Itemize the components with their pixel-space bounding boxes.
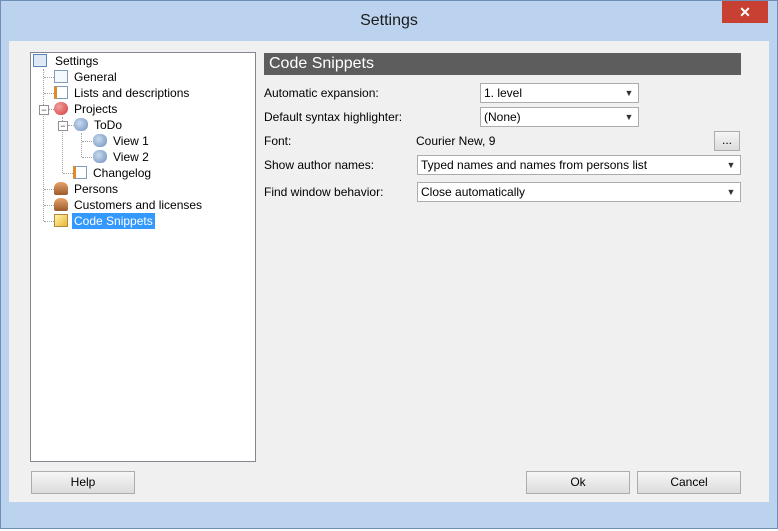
author-names-value: Typed names and names from persons list — [421, 158, 648, 172]
tree-item-label: View 1 — [113, 134, 149, 148]
list-icon — [54, 86, 68, 99]
tree-item-label: Code Snippets — [72, 213, 155, 229]
section-header: Code Snippets — [264, 53, 741, 75]
tree-item-label: View 2 — [113, 150, 149, 164]
tree-item-label: Lists and descriptions — [74, 86, 190, 100]
chevron-down-icon: ▼ — [726, 160, 736, 170]
find-window-label: Find window behavior: — [264, 185, 384, 199]
settings-window: Settings ✕ Settings General Lists and de… — [0, 0, 778, 529]
chevron-down-icon: ▼ — [624, 112, 634, 122]
font-browse-button[interactable]: ... — [714, 131, 740, 151]
collapse-todo-icon[interactable]: − — [58, 121, 68, 131]
font-value: Courier New, 9 — [416, 134, 496, 148]
syntax-highlighter-value: (None) — [484, 110, 521, 124]
changelog-icon — [73, 166, 87, 179]
author-names-label: Show author names: — [264, 158, 375, 172]
syntax-highlighter-select[interactable]: (None) ▼ — [480, 107, 639, 127]
ok-button[interactable]: Ok — [526, 471, 630, 494]
tree-item-label: Settings — [55, 54, 99, 68]
page-icon — [54, 70, 68, 83]
dialog-client-area: Settings General Lists and descriptions … — [9, 41, 769, 502]
settings-icon — [33, 54, 47, 67]
tree-line — [82, 157, 92, 158]
tree-line — [63, 173, 73, 174]
author-names-select[interactable]: Typed names and names from persons list … — [417, 155, 741, 175]
close-button[interactable]: ✕ — [722, 1, 768, 23]
help-button[interactable]: Help — [31, 471, 135, 494]
window-title: Settings — [360, 12, 418, 29]
automatic-expansion-label: Automatic expansion: — [264, 86, 379, 100]
tree-item-label: ToDo — [94, 118, 123, 132]
tree-line — [44, 93, 54, 94]
todo-icon — [74, 118, 88, 131]
syntax-highlighter-label: Default syntax highlighter: — [264, 110, 403, 124]
find-window-select[interactable]: Close automatically ▼ — [417, 182, 741, 202]
automatic-expansion-select[interactable]: 1. level ▼ — [480, 83, 639, 103]
find-window-value: Close automatically — [421, 185, 526, 199]
tree-item-label: Customers and licenses — [74, 198, 203, 212]
collapse-projects-icon[interactable]: − — [39, 105, 49, 115]
tree-line — [44, 205, 54, 206]
title-bar[interactable]: Settings ✕ — [1, 1, 777, 41]
tree-line — [82, 141, 92, 142]
tree-line — [44, 189, 54, 190]
code-snippets-icon — [54, 214, 68, 227]
cancel-button[interactable]: Cancel — [637, 471, 741, 494]
tree-line — [43, 69, 44, 221]
customers-icon — [54, 198, 68, 211]
view-icon — [93, 134, 107, 147]
tree-item-label: Changelog — [93, 166, 152, 180]
tree-line — [44, 77, 54, 78]
chevron-down-icon: ▼ — [624, 88, 634, 98]
tree-item-label: Persons — [74, 182, 119, 196]
section-title: Code Snippets — [269, 55, 374, 72]
tree-item-label: Projects — [74, 102, 118, 116]
projects-icon — [54, 102, 68, 115]
font-label: Font: — [264, 134, 292, 148]
automatic-expansion-value: 1. level — [484, 86, 523, 100]
tree-item-label: General — [74, 70, 117, 84]
tree-line — [81, 133, 82, 157]
tree-line — [44, 221, 54, 222]
persons-icon — [54, 182, 68, 195]
settings-tree[interactable]: Settings General Lists and descriptions … — [30, 52, 256, 462]
view-icon — [93, 150, 107, 163]
chevron-down-icon: ▼ — [726, 187, 736, 197]
